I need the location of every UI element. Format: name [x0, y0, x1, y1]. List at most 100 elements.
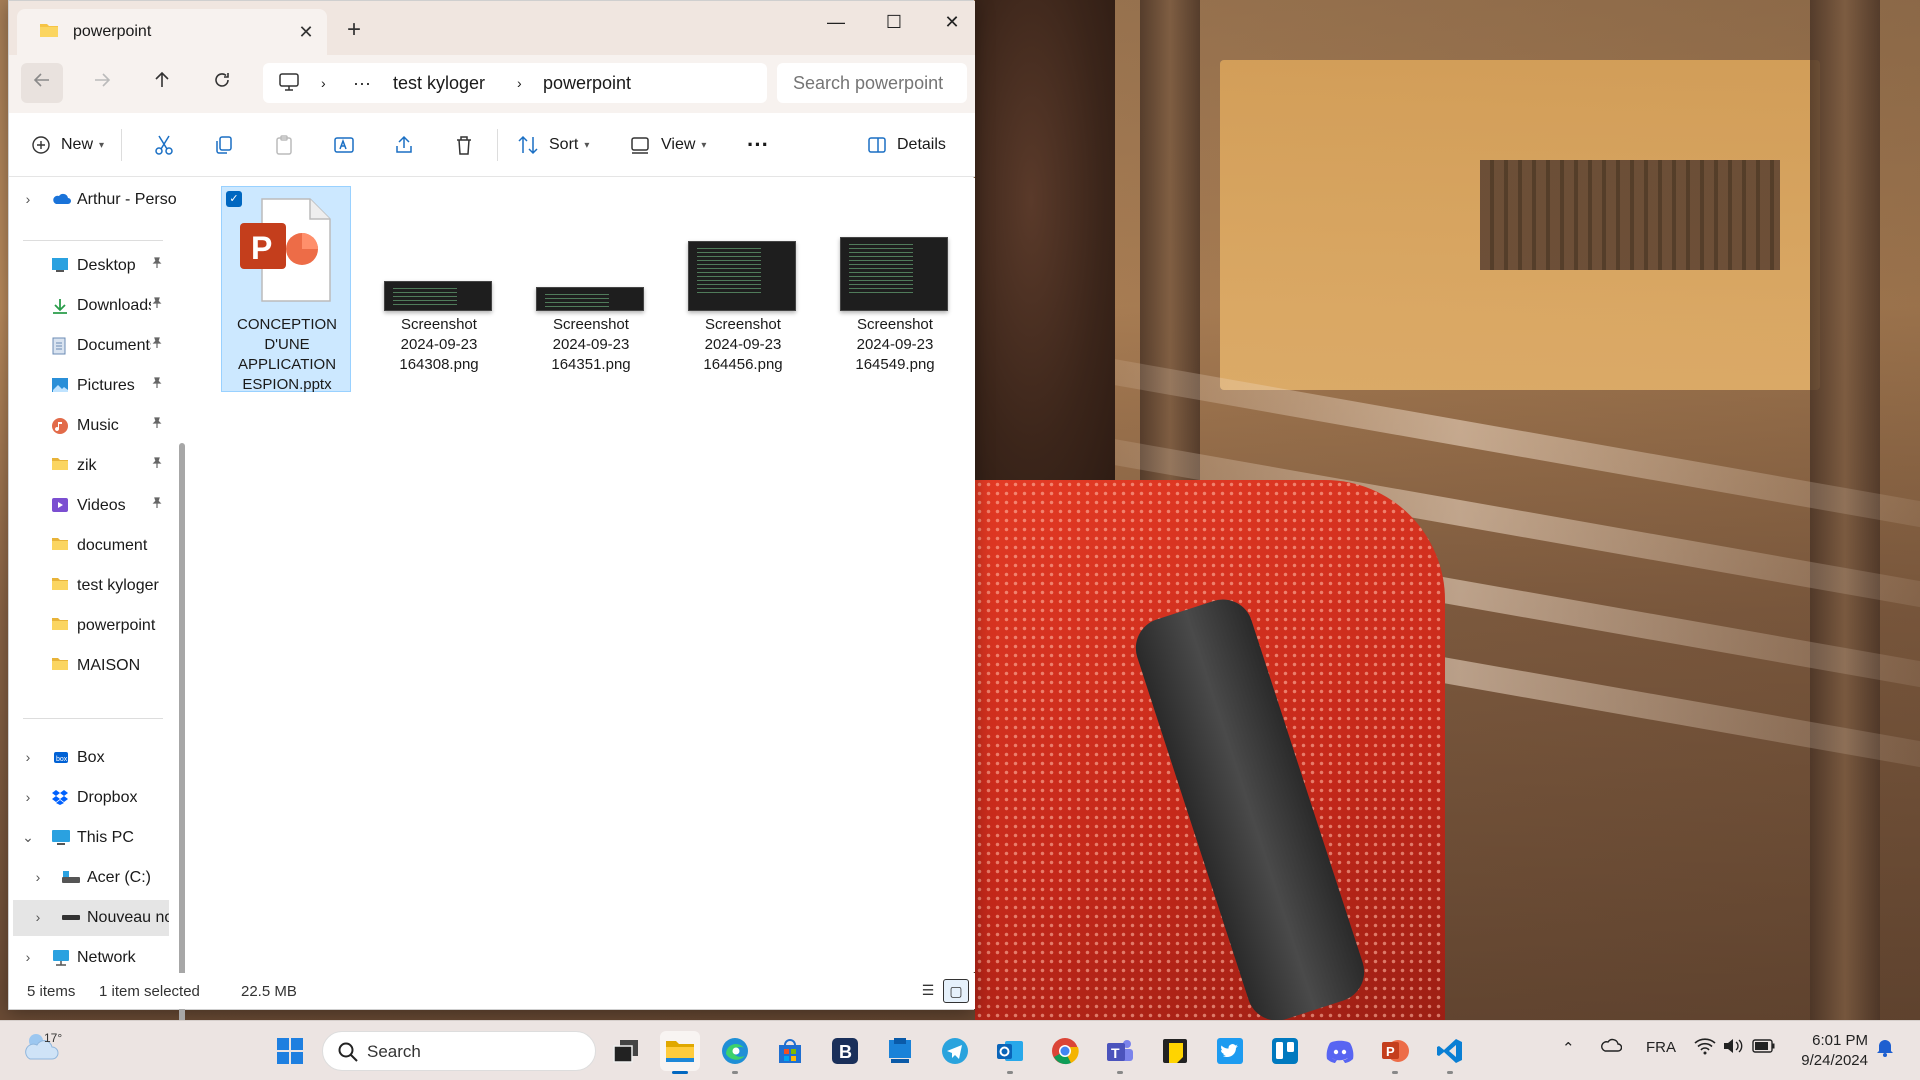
nav-item-pictures[interactable]: Pictures: [9, 368, 169, 404]
chevron-right-icon[interactable]: ›: [517, 75, 522, 91]
nav-item-network[interactable]: › Network: [9, 940, 169, 976]
view-button[interactable]: View ▾: [629, 127, 706, 163]
cut-button[interactable]: [153, 127, 175, 163]
onedrive-tray-icon[interactable]: [1600, 1037, 1623, 1057]
taskbar-search[interactable]: Search: [322, 1031, 596, 1071]
taskbar-sticky-notes[interactable]: [1155, 1031, 1195, 1071]
wifi-icon[interactable]: [1694, 1037, 1716, 1059]
nav-item-zik[interactable]: zik: [9, 448, 169, 484]
start-button[interactable]: [270, 1031, 310, 1071]
breadcrumb[interactable]: › ··· test kyloger › powerpoint: [263, 63, 767, 103]
search-input[interactable]: [777, 63, 957, 103]
file-item[interactable]: ✓ P CONCEPTION D'UNE APPLICATION ESPION.…: [221, 186, 351, 393]
sort-button[interactable]: Sort ▾: [517, 127, 589, 163]
new-button[interactable]: New ▾: [31, 127, 104, 163]
language-indicator[interactable]: FRA: [1646, 1039, 1676, 1056]
nav-item-music[interactable]: Music: [9, 408, 169, 444]
pin-icon[interactable]: [151, 257, 163, 272]
chevron-right-icon[interactable]: ›: [31, 869, 45, 885]
taskbar-b-app[interactable]: B: [825, 1031, 865, 1071]
breadcrumb-powerpoint[interactable]: powerpoint: [543, 73, 631, 94]
taskbar-powerpoint[interactable]: P: [1375, 1031, 1415, 1074]
nav-label: Desktop: [77, 257, 136, 274]
pin-icon[interactable]: [151, 377, 163, 392]
taskbar-vscode[interactable]: [1430, 1031, 1470, 1074]
command-bar: New ▾ Sort ▾ View ▾ ··· Details: [9, 113, 975, 177]
details-button[interactable]: Details: [867, 127, 946, 163]
nav-item-desktop[interactable]: Desktop: [9, 248, 169, 284]
forward-button[interactable]: [81, 63, 123, 103]
new-tab-button[interactable]: +: [341, 17, 367, 43]
explorer-tab[interactable]: powerpoint ✕: [17, 9, 327, 55]
taskbar-twitter[interactable]: [1210, 1031, 1250, 1071]
taskbar-blue-app[interactable]: [880, 1031, 920, 1071]
file-item[interactable]: Screenshot 2024-09-23 164456.png: [677, 186, 807, 392]
nav-item-videos[interactable]: Videos: [9, 488, 169, 524]
taskbar-edge[interactable]: [715, 1031, 755, 1074]
battery-icon[interactable]: [1752, 1039, 1776, 1057]
share-button[interactable]: [393, 127, 415, 163]
maximize-button[interactable]: ☐: [871, 7, 917, 37]
file-item[interactable]: Screenshot 2024-09-23 164549.png: [829, 186, 959, 392]
refresh-button[interactable]: [201, 63, 243, 103]
file-item[interactable]: Screenshot 2024-09-23 164308.png: [373, 186, 503, 392]
paste-button[interactable]: [273, 127, 295, 163]
pin-icon[interactable]: [151, 337, 163, 352]
chevron-down-icon[interactable]: ⌄: [21, 829, 35, 846]
task-view-button[interactable]: [606, 1031, 646, 1071]
nav-item-onedrive[interactable]: › Arthur - Perso: [9, 182, 177, 218]
nav-item-test-kyloger[interactable]: test kyloger: [9, 568, 169, 604]
details-view-icon[interactable]: ☰: [915, 979, 941, 1003]
nav-item-this-pc[interactable]: ⌄ This PC: [9, 820, 169, 856]
chevron-right-icon[interactable]: ›: [321, 75, 326, 91]
show-hidden-icons-button[interactable]: ⌃: [1562, 1039, 1575, 1057]
clock[interactable]: 6:01 PM 9/24/2024: [1794, 1031, 1868, 1071]
back-button[interactable]: [21, 63, 63, 103]
breadcrumb-test-kyloger[interactable]: test kyloger: [393, 73, 485, 94]
taskbar-outlook[interactable]: [990, 1031, 1030, 1074]
chevron-right-icon[interactable]: ›: [21, 949, 35, 965]
nav-item-dropbox[interactable]: › Dropbox: [9, 780, 169, 816]
pin-icon[interactable]: [151, 417, 163, 432]
weather-widget[interactable]: 17°: [22, 1029, 62, 1070]
nav-item-document[interactable]: document: [9, 528, 169, 564]
nav-item-drive-c[interactable]: › Acer (C:): [9, 860, 169, 896]
taskbar-teams[interactable]: T: [1100, 1031, 1140, 1074]
chevron-right-icon[interactable]: ›: [21, 789, 35, 805]
trash-icon: [457, 136, 471, 155]
nav-item-box[interactable]: › box Box: [9, 740, 169, 776]
delete-button[interactable]: [453, 127, 475, 163]
minimize-button[interactable]: —: [813, 7, 859, 37]
pin-icon[interactable]: [151, 457, 163, 472]
up-button[interactable]: [141, 63, 183, 103]
file-item[interactable]: Screenshot 2024-09-23 164351.png: [525, 186, 655, 392]
pin-icon[interactable]: [151, 297, 163, 312]
nav-item-maison[interactable]: MAISON: [9, 648, 169, 684]
chevron-right-icon[interactable]: ›: [21, 191, 35, 207]
nav-item-drive-new[interactable]: › Nouveau no: [13, 900, 169, 936]
chevron-right-icon[interactable]: ›: [31, 909, 45, 925]
taskbar-file-explorer[interactable]: [660, 1031, 700, 1074]
close-window-button[interactable]: ✕: [929, 7, 975, 37]
volume-icon[interactable]: [1722, 1037, 1744, 1059]
taskbar-discord[interactable]: [1320, 1031, 1360, 1071]
taskbar-trello[interactable]: [1265, 1031, 1305, 1071]
more-options-button[interactable]: ···: [747, 127, 769, 163]
rename-button[interactable]: [333, 127, 355, 163]
search-box[interactable]: [777, 63, 967, 103]
notification-bell-icon[interactable]: [1876, 1037, 1894, 1061]
large-icons-view-icon[interactable]: ▢: [943, 979, 969, 1003]
chevron-right-icon[interactable]: ›: [21, 749, 35, 765]
pin-icon[interactable]: [151, 497, 163, 512]
taskbar-chrome[interactable]: [1045, 1031, 1085, 1071]
nav-item-powerpoint[interactable]: powerpoint: [9, 608, 169, 644]
taskbar-store[interactable]: [770, 1031, 810, 1071]
copy-button[interactable]: [213, 127, 235, 163]
nav-item-downloads[interactable]: Downloads: [9, 288, 169, 324]
breadcrumb-overflow[interactable]: ···: [353, 73, 371, 94]
nav-item-documents[interactable]: Documents: [9, 328, 169, 364]
item-count: 5 items: [27, 983, 76, 1000]
close-tab-icon[interactable]: ✕: [293, 19, 319, 45]
this-pc-icon[interactable]: [279, 73, 299, 96]
taskbar-telegram[interactable]: [935, 1031, 975, 1071]
